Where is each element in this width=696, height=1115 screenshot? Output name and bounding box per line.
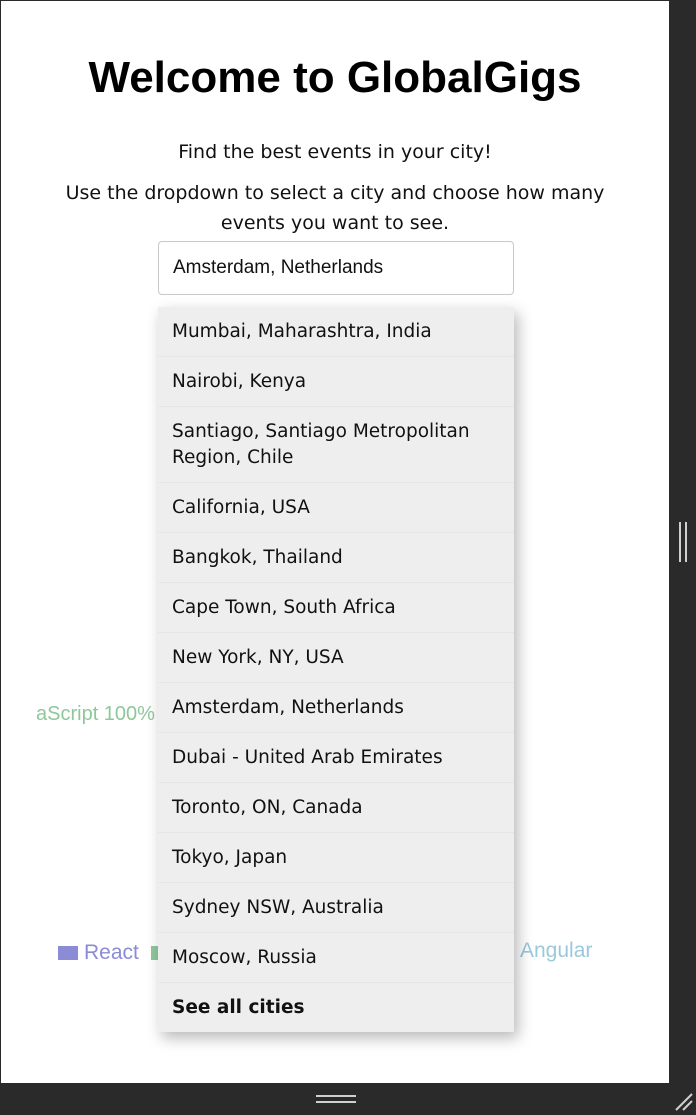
dropdown-item-amsterdam[interactable]: Amsterdam, Netherlands <box>158 683 514 733</box>
dropdown-item-moscow[interactable]: Moscow, Russia <box>158 933 514 983</box>
legend-item-react: React <box>58 939 139 967</box>
dropdown-item-dubai[interactable]: Dubai - United Arab Emirates <box>158 733 514 783</box>
legend-label-angular: Angular <box>520 939 593 962</box>
dropdown-item-bangkok[interactable]: Bangkok, Thailand <box>158 533 514 583</box>
dropdown-item-cape-town[interactable]: Cape Town, South Africa <box>158 583 514 633</box>
page-title: Welcome to GlobalGigs <box>88 53 582 102</box>
see-all-cities-link[interactable]: See all cities <box>158 983 514 1032</box>
tagline: Find the best events in your city! <box>178 141 492 163</box>
dropdown-item-nairobi[interactable]: Nairobi, Kenya <box>158 357 514 407</box>
city-select[interactable]: Amsterdam, Netherlands <box>158 241 514 295</box>
dropdown-item-tokyo[interactable]: Tokyo, Japan <box>158 833 514 883</box>
dropdown-item-mumbai[interactable]: Mumbai, Maharashtra, India <box>158 307 514 357</box>
city-dropdown-list: Mumbai, Maharashtra, India Nairobi, Keny… <box>158 307 514 1032</box>
dropdown-item-california[interactable]: California, USA <box>158 483 514 533</box>
resize-corner-icon[interactable] <box>672 1090 694 1112</box>
chart-label-fragment: aScript 100% <box>36 703 155 725</box>
dropdown-item-sydney[interactable]: Sydney NSW, Australia <box>158 883 514 933</box>
instructions: Use the dropdown to select a city and ch… <box>65 182 605 234</box>
dropdown-item-toronto[interactable]: Toronto, ON, Canada <box>158 783 514 833</box>
horizontal-resize-handle[interactable] <box>316 1095 356 1103</box>
vertical-resize-handle[interactable] <box>679 522 687 562</box>
dropdown-item-santiago[interactable]: Santiago, Santiago Metropolitan Region, … <box>158 407 514 483</box>
dropdown-item-new-york[interactable]: New York, NY, USA <box>158 633 514 683</box>
legend-swatch-react <box>58 946 78 960</box>
legend-label-react: React <box>84 941 139 964</box>
page-viewport: Welcome to GlobalGigs Find the best even… <box>1 1 669 1083</box>
